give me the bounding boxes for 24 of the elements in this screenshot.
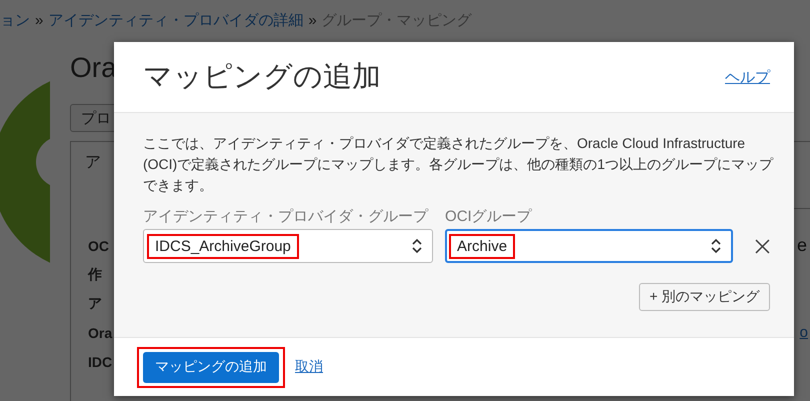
cancel-link[interactable]: 取消 bbox=[295, 358, 323, 376]
field-label: OC bbox=[88, 238, 109, 254]
add-mapping-submit-button[interactable]: マッピングの追加 bbox=[143, 352, 279, 382]
dialog-title: マッピングの追加 bbox=[143, 60, 381, 95]
select-field[interactable]: Archive bbox=[445, 229, 734, 263]
help-link[interactable]: ヘルプ bbox=[725, 68, 770, 86]
field-label: OCIグループ bbox=[445, 207, 533, 226]
select-field[interactable]: IDCS_ArchiveGroup bbox=[143, 229, 434, 263]
field-label: 作 bbox=[88, 266, 102, 284]
field-label: ア bbox=[88, 294, 102, 312]
description-text: ここでは、アイデンティティ・プロバイダで定義されたグループを、Oracle Cloud Infrastructure (OCI)で定義されたグループにマップします。各グループは、他の種類の1つ以上のグループにマップできます。 bbox=[143, 134, 774, 195]
field-value: e bbox=[796, 235, 808, 256]
field-label: Ora bbox=[88, 324, 112, 340]
tab[interactable]: ア bbox=[71, 142, 115, 183]
field-label: IDC bbox=[88, 354, 112, 370]
chevron-up-down-icon bbox=[711, 238, 722, 254]
selected-value: Archive bbox=[449, 234, 516, 258]
add-mapping-button[interactable]: + 別のマッピング bbox=[639, 283, 770, 311]
breadcrumb-separator: » bbox=[308, 12, 317, 28]
selected-value: IDCS_ArchiveGroup bbox=[147, 234, 299, 258]
close-icon[interactable] bbox=[755, 239, 770, 254]
field-label: アイデンティティ・プロバイダ・グループ bbox=[143, 207, 430, 226]
breadcrumb-separator: » bbox=[35, 12, 44, 28]
chevron-up-down-icon bbox=[412, 238, 422, 254]
